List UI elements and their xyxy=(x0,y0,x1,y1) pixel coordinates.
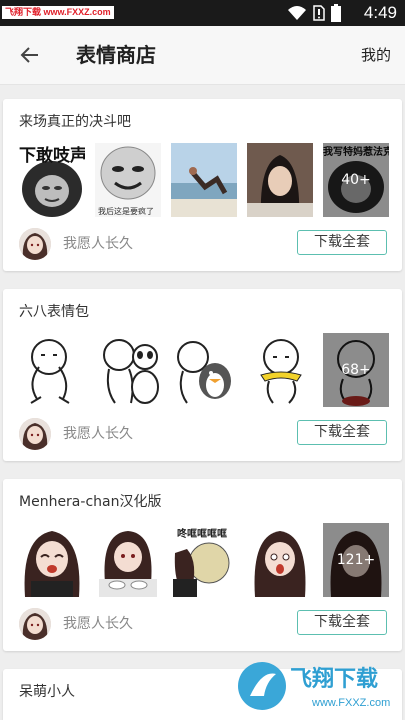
download-all-button[interactable]: 下载全套 xyxy=(297,230,387,255)
app-bar: 表情商店 我的 xyxy=(0,26,405,85)
pack-thumbnails: 咚哐哐哐哐 121+ xyxy=(19,523,389,597)
sticker-thumb[interactable] xyxy=(95,333,161,407)
sticker-thumb[interactable]: 下敢吱声 xyxy=(19,143,85,217)
sticker-thumb[interactable] xyxy=(95,523,161,597)
more-count: 121+ xyxy=(323,523,389,597)
battery-icon xyxy=(331,4,341,22)
more-count: 68+ xyxy=(323,333,389,407)
sticker-thumb[interactable] xyxy=(247,143,313,217)
svg-text:咚哐哐哐哐: 咚哐哐哐哐 xyxy=(177,527,227,540)
site-watermark: 飞翔下载 www.FXXZ.com xyxy=(238,662,398,720)
back-button[interactable] xyxy=(14,42,44,68)
sticker-thumb[interactable] xyxy=(19,333,85,407)
pack-title: 六八表情包 xyxy=(19,304,89,320)
author-row: 我愿人长久 下载全套 xyxy=(19,418,387,450)
author-name: 我愿人长久 xyxy=(63,426,133,442)
sticker-thumb[interactable] xyxy=(171,143,237,217)
author-row: 我愿人长久 下载全套 xyxy=(19,228,387,260)
sticker-thumb[interactable] xyxy=(247,333,313,407)
avatar[interactable] xyxy=(19,608,51,640)
pack-thumbnails: 下敢吱声 我后这是要疯了 我写特妈惹法克 40+ xyxy=(19,143,389,217)
status-bar: 飞翔下载 www.FXXZ.com 4:49 xyxy=(0,0,405,26)
download-all-button[interactable]: 下载全套 xyxy=(297,610,387,635)
wifi-icon xyxy=(288,6,306,20)
status-time: 4:49 xyxy=(363,3,397,22)
sticker-thumb[interactable] xyxy=(171,333,237,407)
page-title: 表情商店 xyxy=(76,43,156,67)
more-count: 40+ xyxy=(323,143,389,217)
svg-text:下敢吱声: 下敢吱声 xyxy=(19,145,85,166)
watermark-badge: 飞翔下载 www.FXXZ.com xyxy=(2,6,114,19)
sticker-thumb[interactable] xyxy=(19,523,85,597)
download-all-button[interactable]: 下载全套 xyxy=(297,420,387,445)
arrow-left-icon xyxy=(20,47,38,63)
author-row: 我愿人长久 下载全套 xyxy=(19,608,387,640)
sticker-pack-card[interactable]: 六八表情包 68+ 我愿人长久 下载全套 xyxy=(3,289,402,461)
pack-title: Menhera-chan汉化版 xyxy=(19,494,162,510)
author-name: 我愿人长久 xyxy=(63,236,133,252)
sticker-pack-card[interactable]: Menhera-chan汉化版 咚哐哐哐哐 121+ 我愿人长久 下载全套 xyxy=(3,479,402,651)
avatar[interactable] xyxy=(19,418,51,450)
watermark-logo xyxy=(238,662,286,710)
watermark-brand: 飞翔下载 xyxy=(290,667,379,692)
pack-thumbnails: 68+ xyxy=(19,333,389,407)
sticker-thumb[interactable]: 我后这是要疯了 xyxy=(95,143,161,217)
no-sim-icon xyxy=(313,5,325,21)
sticker-thumb-more[interactable]: 121+ xyxy=(323,523,389,597)
watermark-url: www.FXXZ.com xyxy=(312,697,391,709)
sticker-thumb[interactable] xyxy=(247,523,313,597)
svg-text:我后这是要疯了: 我后这是要疯了 xyxy=(98,206,154,216)
avatar[interactable] xyxy=(19,228,51,260)
author-name: 我愿人长久 xyxy=(63,616,133,632)
pack-title: 呆萌小人 xyxy=(19,684,75,700)
sticker-thumb-more[interactable]: 68+ xyxy=(323,333,389,407)
mine-button[interactable]: 我的 xyxy=(361,44,391,66)
sticker-pack-card[interactable]: 来场真正的决斗吧 下敢吱声 我后这是要疯了 我写特妈惹法克 40+ 我愿人长久 … xyxy=(3,99,402,271)
status-icons xyxy=(287,4,341,22)
sticker-thumb-more[interactable]: 我写特妈惹法克 40+ xyxy=(323,143,389,217)
sticker-thumb[interactable]: 咚哐哐哐哐 xyxy=(171,523,237,597)
pack-title: 来场真正的决斗吧 xyxy=(19,114,131,130)
